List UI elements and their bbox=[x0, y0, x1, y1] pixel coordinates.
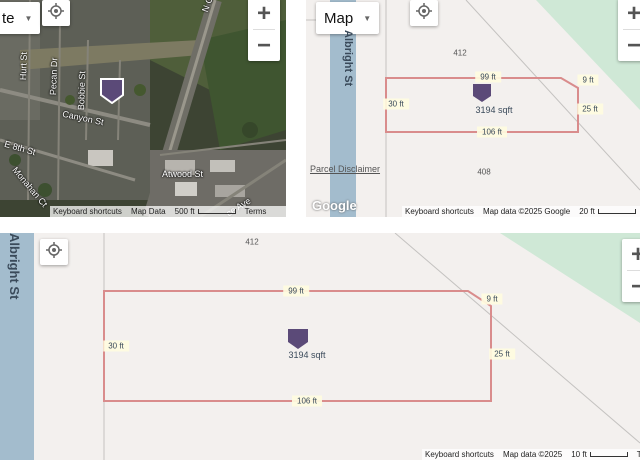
satellite-map-panel[interactable]: te ▼ + − N Co Hurt St Pecan Dr Bobbie St… bbox=[0, 0, 286, 217]
parcel-number: 412 bbox=[453, 48, 467, 58]
map-type-label: te bbox=[2, 9, 15, 27]
dimension-label-left: 30 ft bbox=[103, 340, 129, 352]
street-label: Pecan Dr bbox=[48, 57, 60, 96]
dimension-label-bottom: 106 ft bbox=[476, 126, 508, 138]
crosshair-icon bbox=[48, 2, 64, 24]
crosshair-icon bbox=[46, 241, 62, 263]
google-logo: Google bbox=[312, 198, 357, 213]
zoom-in-button[interactable]: + bbox=[622, 239, 640, 270]
keyboard-shortcuts-link[interactable]: Keyboard shortcuts bbox=[53, 207, 122, 216]
dimension-label-left: 30 ft bbox=[383, 98, 409, 110]
street-label: Atwood St bbox=[162, 169, 204, 179]
location-pin-icon[interactable] bbox=[100, 78, 124, 104]
map-canvas bbox=[0, 233, 640, 460]
dimension-label-top: 99 ft bbox=[475, 71, 501, 83]
locate-button[interactable] bbox=[42, 0, 70, 26]
chevron-down-icon: ▼ bbox=[363, 13, 372, 23]
zoom-control: + − bbox=[622, 239, 640, 302]
dimension-label-right: 25 ft bbox=[489, 348, 515, 360]
crosshair-icon bbox=[416, 2, 432, 24]
map-data-text: Map Data bbox=[130, 207, 166, 216]
parcel-map-panel[interactable]: Map ▼ + − Albright St 412 408 99 ft 9 ft… bbox=[306, 0, 640, 217]
map-type-label: Map bbox=[324, 9, 354, 27]
dimension-label-corner: 9 ft bbox=[481, 293, 503, 305]
locate-button[interactable] bbox=[410, 0, 438, 26]
parcel-disclaimer-link[interactable]: Parcel Disclaimer bbox=[310, 164, 380, 174]
street-label: Albright St bbox=[342, 30, 354, 87]
parcel-map-panel-zoomed[interactable]: + − Albright St 412 99 ft 9 ft 30 ft 25 … bbox=[0, 233, 640, 460]
zoom-out-button[interactable]: − bbox=[622, 271, 640, 302]
street-label: Hurt St bbox=[18, 52, 29, 81]
parcel-area-label: 3194 sqft bbox=[288, 350, 326, 360]
street-label: Albright St bbox=[7, 233, 22, 300]
map-data-text: Map data ©2025 Google bbox=[482, 207, 571, 216]
parcel-number: 412 bbox=[245, 237, 259, 247]
zoom-out-button[interactable]: − bbox=[618, 30, 640, 61]
zoom-in-button[interactable]: + bbox=[248, 0, 280, 29]
dimension-label-right: 25 ft bbox=[577, 103, 603, 115]
dimension-label-top: 99 ft bbox=[283, 285, 309, 297]
street-label: Bobbie St bbox=[76, 70, 88, 111]
chevron-down-icon: ▼ bbox=[24, 13, 33, 23]
map-type-selector[interactable]: te ▼ bbox=[0, 2, 41, 34]
map-data-text: Map data ©2025 bbox=[502, 450, 563, 459]
terms-link[interactable]: Terms bbox=[245, 207, 267, 216]
dimension-label-corner: 9 ft bbox=[577, 74, 599, 86]
scale-indicator: 500 ft bbox=[175, 207, 236, 216]
parcel-number: 408 bbox=[477, 167, 491, 177]
scale-indicator: 20 ft bbox=[579, 207, 636, 216]
parcel-area-label: 3194 sqft bbox=[475, 105, 513, 115]
zoom-control: + − bbox=[618, 0, 640, 61]
zoom-out-button[interactable]: − bbox=[248, 30, 280, 61]
scale-indicator: 10 ft bbox=[571, 450, 628, 459]
locate-button[interactable] bbox=[40, 239, 68, 265]
satellite-imagery bbox=[0, 0, 286, 217]
zoom-control: + − bbox=[248, 0, 280, 61]
location-pin-icon[interactable] bbox=[472, 83, 492, 103]
map-footer: Keyboard shortcuts Map Data 500 ft Terms bbox=[50, 206, 286, 217]
keyboard-shortcuts-link[interactable]: Keyboard shortcuts bbox=[405, 207, 474, 216]
location-pin-icon[interactable] bbox=[287, 328, 309, 350]
map-footer: Keyboard shortcuts Map data ©2025 Google… bbox=[402, 206, 640, 217]
keyboard-shortcuts-link[interactable]: Keyboard shortcuts bbox=[425, 450, 494, 459]
dimension-label-bottom: 106 ft bbox=[291, 395, 323, 407]
map-footer: Keyboard shortcuts Map data ©2025 10 ft … bbox=[422, 449, 640, 460]
zoom-in-button[interactable]: + bbox=[618, 0, 640, 29]
